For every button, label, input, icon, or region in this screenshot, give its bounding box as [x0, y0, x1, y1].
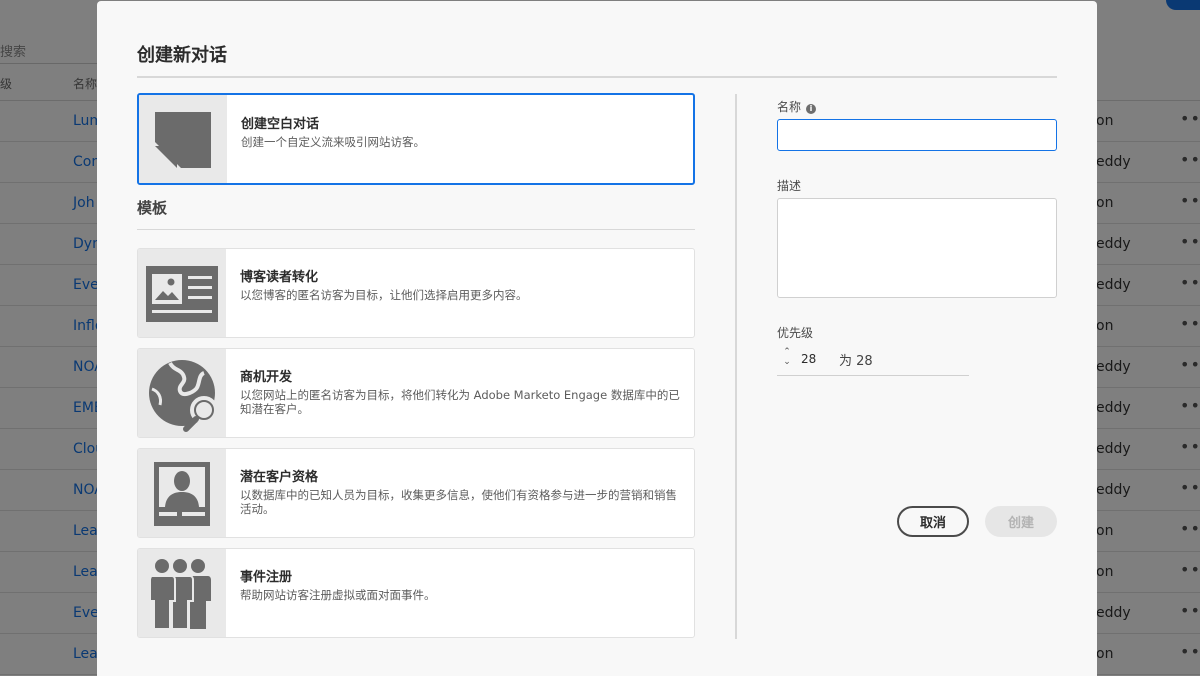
template-description: 以您网站上的匿名访客为目标，将他们转化为 Adobe Marketo Engag…	[240, 388, 680, 416]
template-title: 博客读者转化	[240, 270, 319, 285]
dialog-title: 创建新对话	[137, 45, 227, 66]
description-input[interactable]	[777, 198, 1057, 298]
templates-divider	[137, 229, 695, 230]
name-input[interactable]	[777, 119, 1057, 151]
create-button[interactable]: 创建	[985, 506, 1057, 537]
person-badge-icon	[138, 449, 226, 537]
priority-value[interactable]: 28	[801, 352, 816, 366]
name-label-text: 名称	[777, 100, 802, 114]
template-title: 潜在客户资格	[240, 470, 319, 485]
template-card-event-registration[interactable]: 事件注册 帮助网站访客注册虚拟或面对面事件。	[137, 548, 695, 638]
template-card-lead-qualification[interactable]: 潜在客户资格 以数据库中的已知人员为目标，收集更多信息，使他们有资格参与进一步的…	[137, 448, 695, 538]
blank-conversation-card[interactable]: 创建空白对话 创建一个自定义流来吸引网站访客。	[137, 93, 695, 185]
create-conversation-dialog: 创建新对话 创建空白对话 创建一个自定义流来吸引网站访客。 模板 博客读者转化 …	[97, 1, 1097, 676]
stepper-arrows[interactable]: ⌃ ⌄	[781, 347, 793, 369]
globe-search-icon	[138, 349, 226, 437]
priority-field-label: 优先级	[777, 326, 814, 340]
title-divider	[137, 76, 1057, 78]
blog-article-icon	[138, 249, 226, 337]
blank-card-title: 创建空白对话	[241, 117, 320, 132]
template-description: 以数据库中的已知人员为目标，收集更多信息，使他们有资格参与进一步的营销和销售活动…	[240, 488, 677, 516]
blank-card-description: 创建一个自定义流来吸引网站访客。	[241, 135, 425, 149]
priority-text: 为 28	[839, 354, 873, 369]
blank-page-icon	[139, 95, 227, 183]
cancel-button[interactable]: 取消	[897, 506, 969, 537]
people-group-icon	[138, 549, 226, 637]
template-title: 事件注册	[240, 570, 293, 585]
template-card-lead-development[interactable]: 商机开发 以您网站上的匿名访客为目标，将他们转化为 Adobe Marketo …	[137, 348, 695, 438]
priority-stepper[interactable]: ⌃ ⌄ 28 为 28	[777, 347, 969, 376]
templates-heading: 模板	[137, 199, 168, 217]
template-card-blog-conversion[interactable]: 博客读者转化 以您博客的匿名访客为目标，让他们选择启用更多内容。	[137, 248, 695, 338]
chevron-up-icon[interactable]: ⌃	[781, 347, 793, 357]
template-title: 商机开发	[240, 370, 293, 385]
template-description: 以您博客的匿名访客为目标，让他们选择启用更多内容。	[240, 288, 528, 302]
template-description: 帮助网站访客注册虚拟或面对面事件。	[240, 588, 436, 602]
description-field-label: 描述	[777, 179, 802, 193]
info-icon[interactable]: i	[806, 104, 817, 114]
vertical-divider	[735, 94, 737, 639]
chevron-down-icon[interactable]: ⌄	[781, 357, 793, 367]
name-field-label: 名称 i	[777, 98, 817, 115]
